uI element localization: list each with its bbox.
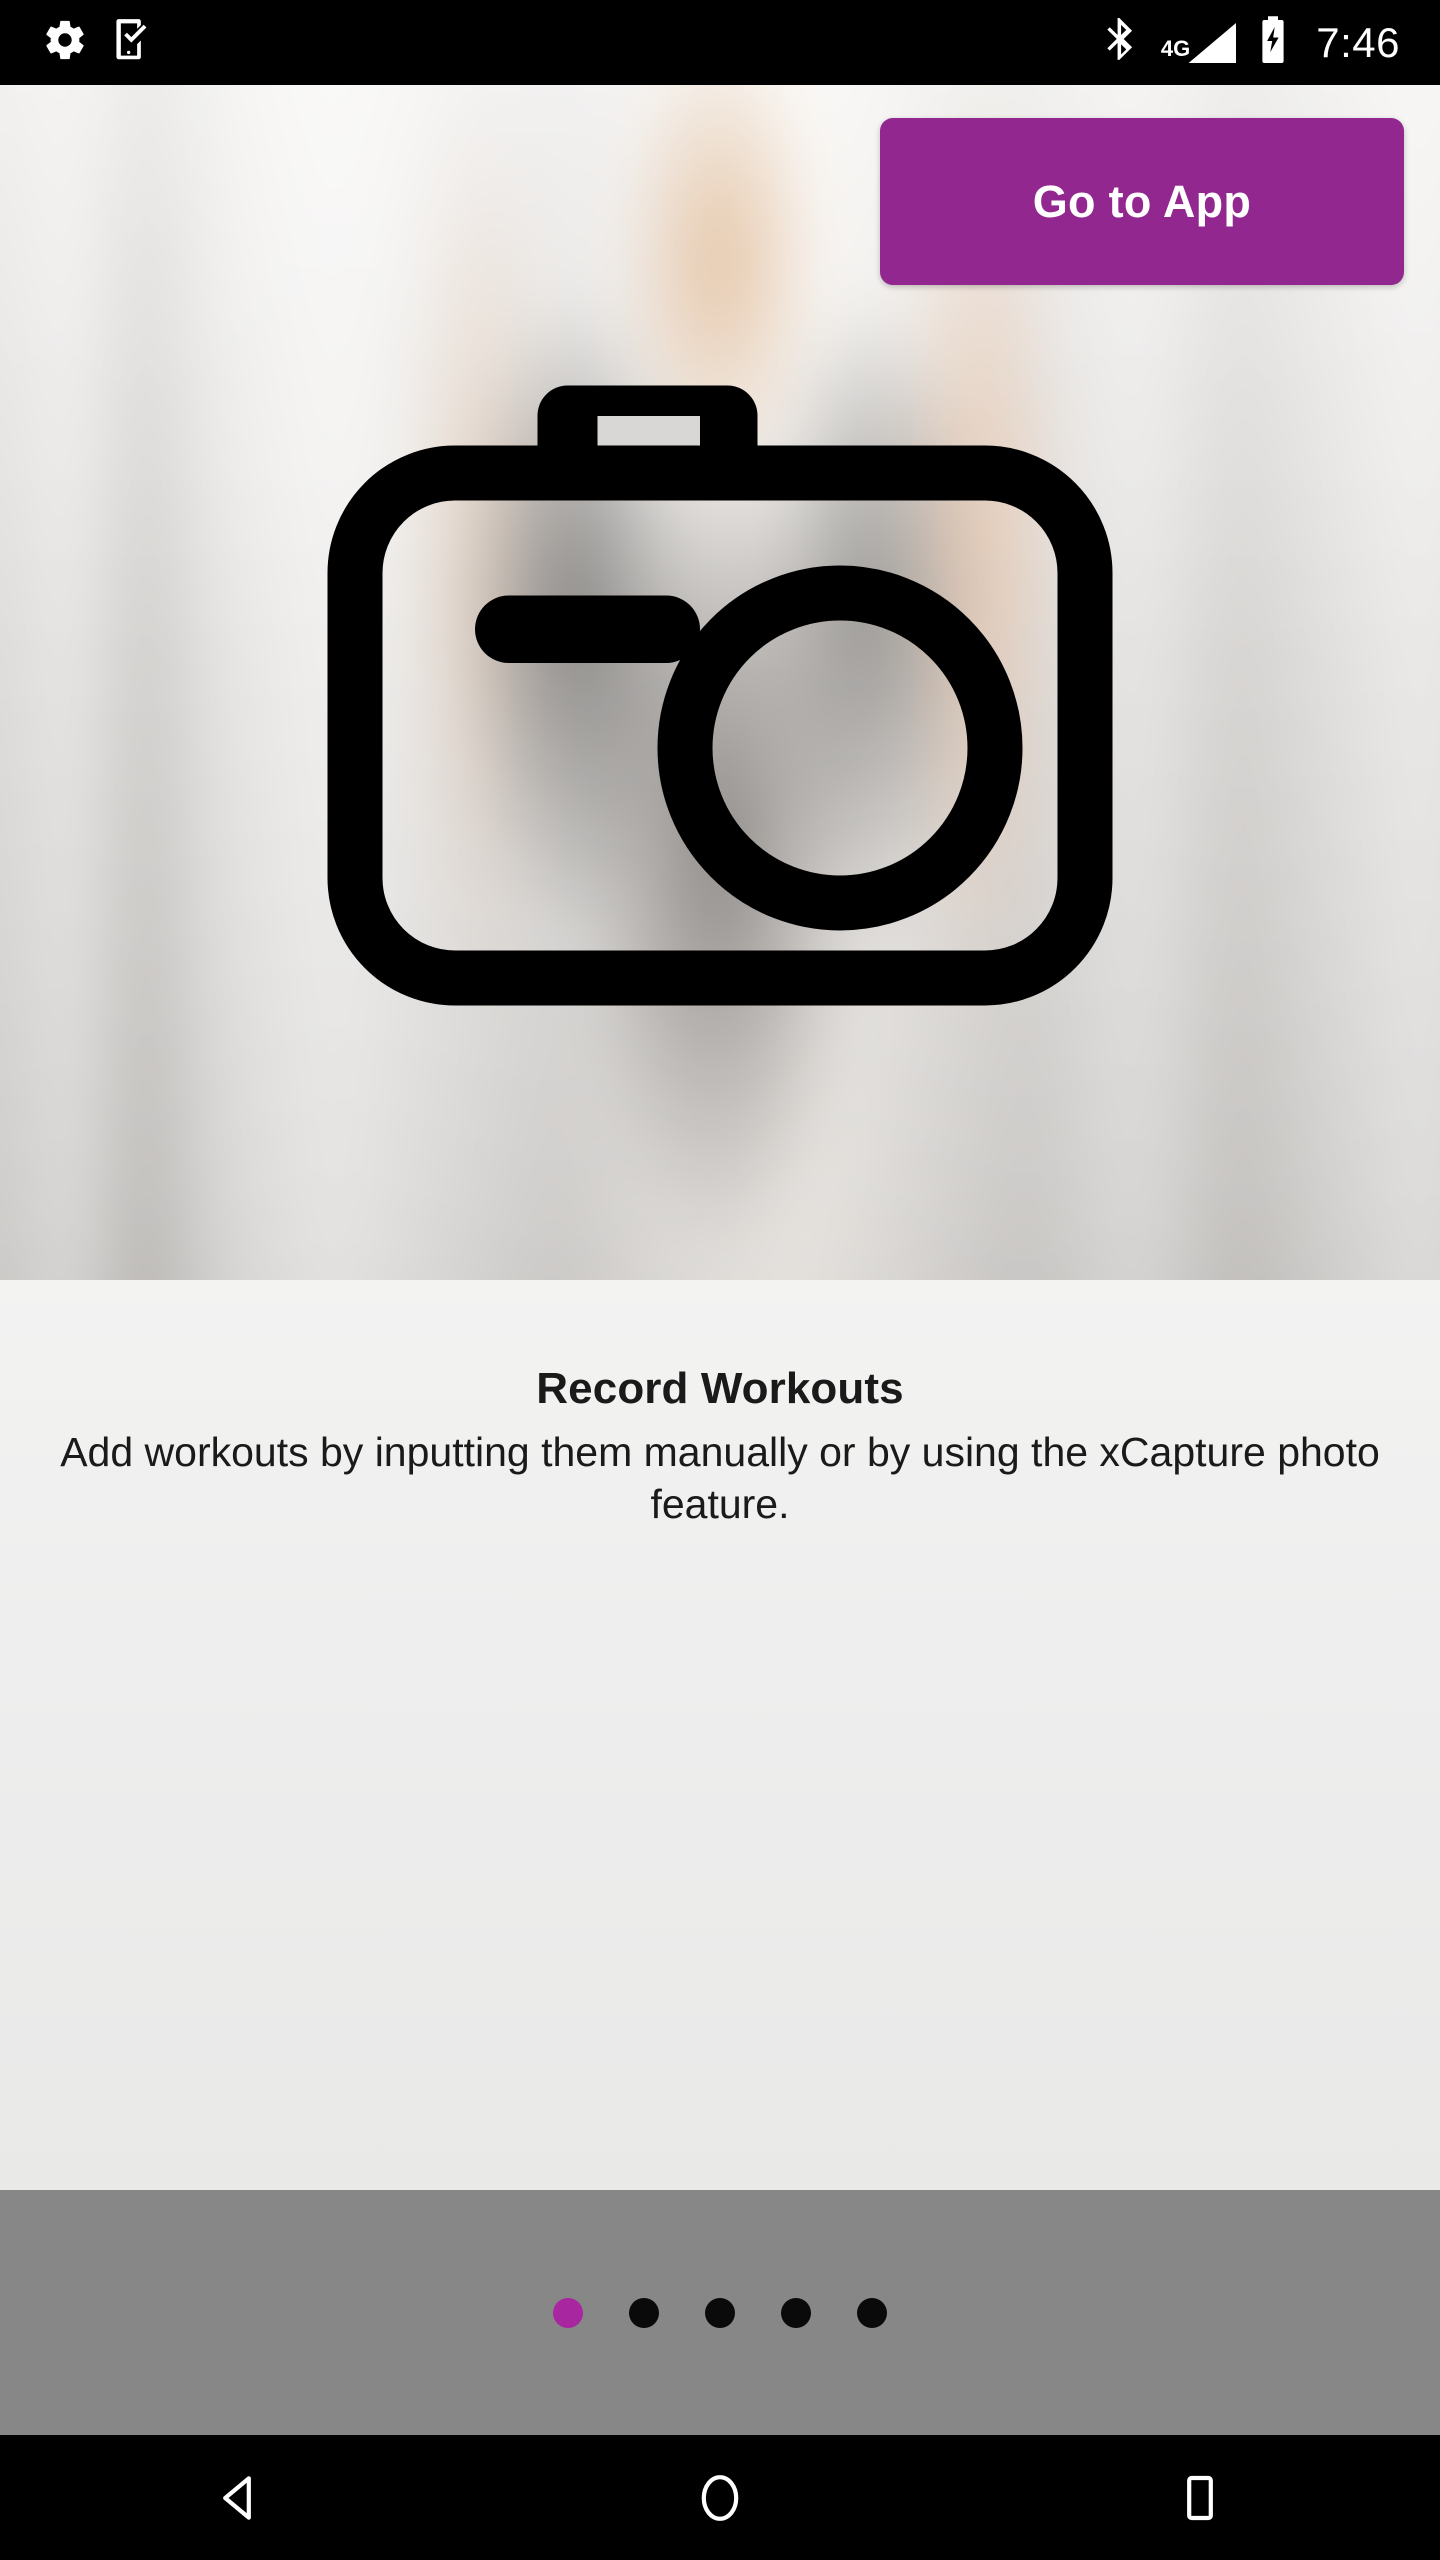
nav-recents-button[interactable] xyxy=(960,2435,1440,2560)
feature-description: Add workouts by inputting them manually … xyxy=(60,1429,1380,1528)
battery-charging-icon xyxy=(1258,15,1288,70)
status-bar-system-icons: 4G 7:46 xyxy=(1101,15,1440,70)
onboarding-hero: Go to App xyxy=(0,85,1440,1280)
android-navigation-bar xyxy=(0,2435,1440,2560)
status-bar-clock: 7:46 xyxy=(1316,18,1400,66)
page-dot-4[interactable] xyxy=(781,2297,811,2328)
nav-home-button[interactable] xyxy=(480,2435,960,2560)
page-indicator xyxy=(0,2190,1440,2435)
page-dot-5[interactable] xyxy=(857,2297,887,2328)
feature-text-panel: Record Workouts Add workouts by inputtin… xyxy=(0,1280,1440,2190)
bluetooth-icon xyxy=(1101,16,1141,69)
home-circle-icon xyxy=(692,2470,748,2526)
cellular-signal-icon: 4G xyxy=(1161,20,1238,66)
status-bar-notifications xyxy=(0,17,1101,68)
page-dot-3[interactable] xyxy=(705,2297,735,2328)
status-bar: 4G 7:46 xyxy=(0,0,1440,85)
page-dot-2[interactable] xyxy=(629,2297,659,2328)
phone-check-icon xyxy=(110,17,154,68)
page-dot-1[interactable] xyxy=(553,2297,583,2328)
page-title: Record Workouts xyxy=(536,1364,904,1413)
recents-square-icon xyxy=(1172,2470,1228,2526)
settings-gear-icon xyxy=(42,17,88,68)
phone-screen: 4G 7:46 Go to App Record Workouts Add wo… xyxy=(0,0,1440,2560)
back-triangle-icon xyxy=(212,2470,268,2526)
go-to-app-button[interactable]: Go to App xyxy=(880,118,1404,285)
nav-back-button[interactable] xyxy=(0,2435,480,2560)
